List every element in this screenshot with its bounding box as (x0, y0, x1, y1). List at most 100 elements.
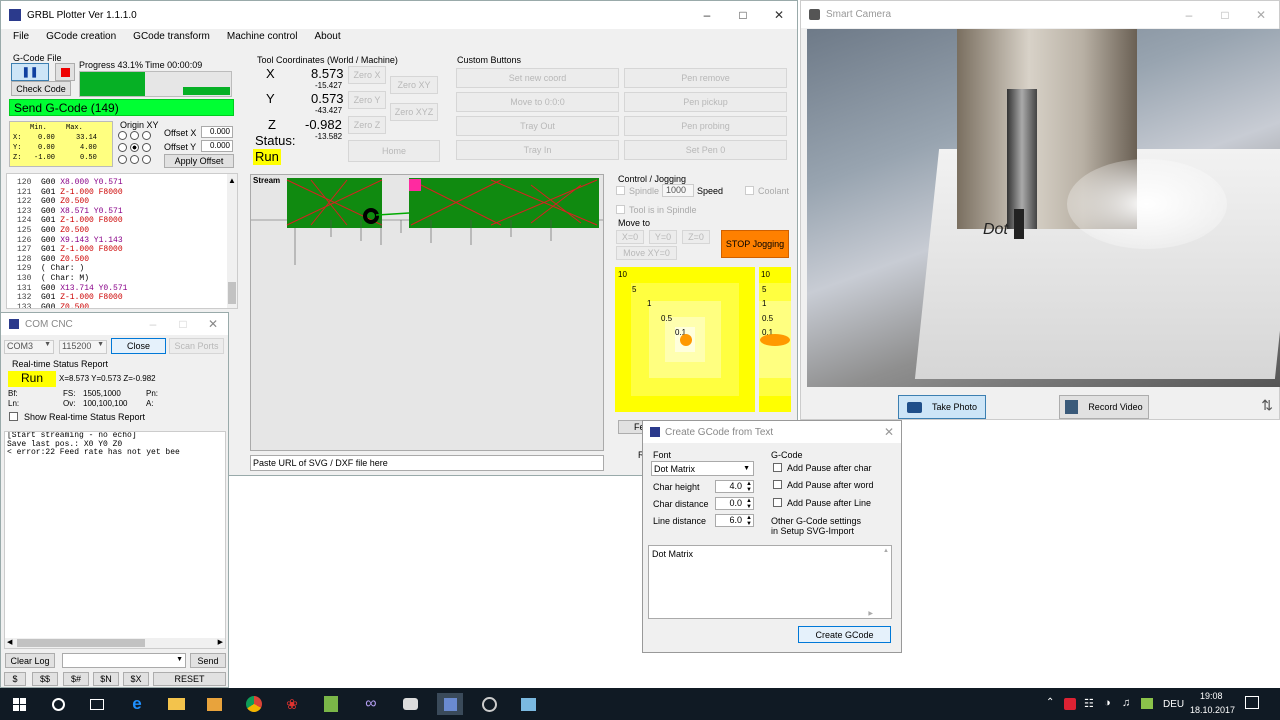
custom-button-move-to-origin[interactable]: Move to 0:0:0 (456, 92, 619, 112)
scroll-up-icon[interactable]: ▲ (228, 176, 236, 185)
zero-x-button[interactable]: Zero X (348, 66, 386, 84)
log-hscrollbar[interactable]: ◀ ▶ (5, 638, 225, 648)
text-input-area[interactable]: Dot Matrix ▲ ▶ (648, 545, 892, 619)
show-rt-checkbox[interactable] (9, 412, 18, 421)
baud-select[interactable]: 115200 ▼ (59, 340, 107, 354)
menu-about[interactable]: About (314, 31, 340, 42)
char-distance-input[interactable]: 0.0 ▲ ▼ (715, 497, 754, 510)
scroll-thumb[interactable] (17, 639, 145, 647)
notification-center-icon[interactable] (1245, 696, 1259, 709)
scroll-right-icon[interactable]: ▶ (868, 610, 873, 617)
origin-radio[interactable] (118, 155, 127, 164)
camera-close-icon[interactable]: ✕ (1243, 8, 1279, 22)
com-close-icon[interactable]: ✕ (198, 317, 228, 331)
close-icon[interactable]: ✕ (761, 8, 797, 22)
clear-log-button[interactable]: Clear Log (5, 653, 55, 668)
origin-radio[interactable] (118, 143, 127, 152)
clock-time[interactable]: 19:08 (1200, 691, 1223, 701)
visual-studio-icon[interactable]: ∞ (360, 693, 382, 715)
gauge-app-icon[interactable] (478, 693, 500, 715)
take-photo-button[interactable]: Take Photo (898, 395, 986, 419)
spindle-speed-input[interactable]: 1000 (662, 184, 694, 197)
custom-button-tray-out[interactable]: Tray Out (456, 116, 619, 136)
origin-radio-selected[interactable] (130, 143, 139, 152)
apply-offset-button[interactable]: Apply Offset (164, 154, 234, 168)
spindle-checkbox[interactable] (616, 186, 625, 195)
spreadsheet-icon[interactable] (320, 693, 342, 715)
move-z0-button[interactable]: Z=0 (682, 230, 710, 244)
media-player-icon[interactable] (203, 693, 225, 715)
gcode-editor[interactable]: 120 G00 X8.000 Y0.571 121 G01 Z-1.000 F8000… (6, 173, 238, 309)
tray-wifi-icon[interactable]: ◑ (1104, 697, 1111, 709)
pause-line-checkbox[interactable] (773, 498, 782, 507)
scroll-right-icon[interactable]: ▶ (218, 638, 223, 646)
zero-y-button[interactable]: Zero Y (348, 91, 386, 109)
origin-radio[interactable] (142, 155, 151, 164)
check-code-button[interactable]: Check Code (11, 81, 71, 96)
paste-url-input[interactable]: Paste URL of SVG / DXF file here (250, 455, 604, 471)
origin-radio[interactable] (142, 131, 151, 140)
home-button[interactable]: Home (348, 140, 440, 162)
custom-button-set-pen-0[interactable]: Set Pen 0 (624, 140, 787, 160)
camera-minimize-icon[interactable]: – (1171, 8, 1207, 22)
move-y0-button[interactable]: Y=0 (649, 230, 677, 244)
notes-app-icon[interactable] (517, 693, 539, 715)
custom-button-pen-probing[interactable]: Pen probing (624, 116, 787, 136)
reset-button[interactable]: RESET (153, 672, 226, 686)
tool-in-spindle-checkbox[interactable] (616, 205, 625, 214)
send-gcode-button[interactable]: Send G-Code (149) (9, 99, 234, 116)
file-explorer-icon[interactable] (165, 693, 187, 715)
chrome-icon[interactable] (243, 693, 265, 715)
pause-char-checkbox[interactable] (773, 463, 782, 472)
gcode-preview-canvas[interactable]: Stream (250, 174, 604, 451)
zero-xy-button[interactable]: Zero XY (390, 76, 438, 94)
offset-x-input[interactable]: 0.000 (201, 126, 233, 138)
edge-browser-icon[interactable]: e (126, 693, 148, 715)
char-height-input[interactable]: 4.0 ▲ ▼ (715, 480, 754, 493)
jog-xy-pad[interactable]: 10 5 1 0.5 0.1 (615, 267, 755, 412)
tray-volume-icon[interactable]: ♫ (1122, 697, 1130, 709)
custom-button-tray-in[interactable]: Tray In (456, 140, 619, 160)
jog-z-pad[interactable]: 10 5 1 0.5 0.1 (759, 267, 791, 412)
tray-battery-icon[interactable] (1141, 698, 1153, 709)
cmd-dollar-n-button[interactable]: $N (93, 672, 119, 686)
task-view-icon[interactable] (86, 693, 108, 715)
scroll-thumb[interactable] (228, 282, 236, 304)
custom-button-pen-pickup[interactable]: Pen pickup (624, 92, 787, 112)
com-port-select[interactable]: COM3 ▼ (4, 340, 54, 354)
scroll-left-icon[interactable]: ◀ (7, 638, 12, 646)
tray-app-icon[interactable] (1064, 698, 1076, 710)
camera-settings-icon[interactable]: ⇅ (1261, 397, 1273, 414)
command-input[interactable]: ▼ (62, 653, 186, 668)
camera-maximize-icon[interactable]: □ (1207, 8, 1243, 22)
stop-button[interactable] (55, 63, 75, 81)
com-maximize-icon[interactable]: □ (168, 317, 198, 331)
stop-jogging-button[interactable]: STOP Jogging (721, 230, 789, 258)
pause-word-checkbox[interactable] (773, 480, 782, 489)
cmd-dollar-button[interactable]: $ (4, 672, 26, 686)
spinner-icon[interactable]: ▲ ▼ (746, 498, 752, 510)
com-log[interactable]: [Start streaming - no echo] Save last po… (4, 431, 226, 649)
com-close-button[interactable]: Close (111, 338, 166, 354)
coolant-checkbox[interactable] (745, 186, 754, 195)
dialog-close-icon[interactable]: ✕ (877, 425, 901, 439)
scan-ports-button[interactable]: Scan Ports (169, 338, 224, 354)
custom-button-set-new-coord[interactable]: Set new coord (456, 68, 619, 88)
minimize-icon[interactable]: – (689, 8, 725, 22)
camera-app-icon[interactable] (399, 693, 421, 715)
cortana-search-icon[interactable] (47, 693, 69, 715)
pause-button[interactable]: ❚❚ (11, 63, 49, 81)
font-select[interactable]: Dot Matrix ▼ (651, 461, 754, 476)
origin-radio[interactable] (130, 155, 139, 164)
tray-chevron-icon[interactable]: ⌃ (1046, 697, 1054, 708)
com-minimize-icon[interactable]: – (138, 317, 168, 331)
clock-date[interactable]: 18.10.2017 (1190, 705, 1235, 715)
create-gcode-button[interactable]: Create GCode (798, 626, 891, 643)
zero-z-button[interactable]: Zero Z (348, 116, 386, 134)
language-indicator[interactable]: DEU (1163, 699, 1184, 710)
origin-radio[interactable] (118, 131, 127, 140)
scroll-up-icon[interactable]: ▲ (883, 548, 889, 554)
tray-network-icon[interactable]: ☷ (1084, 697, 1094, 710)
record-video-button[interactable]: Record Video (1059, 395, 1149, 419)
origin-radio[interactable] (130, 131, 139, 140)
